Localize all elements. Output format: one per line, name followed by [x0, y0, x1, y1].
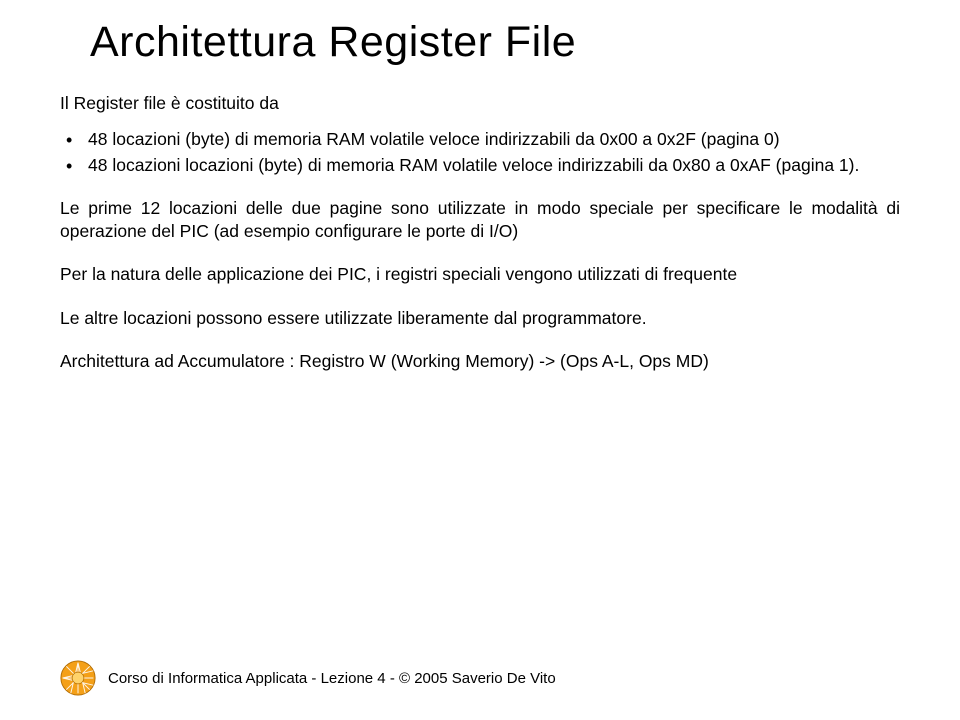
paragraph-1: Le prime 12 locazioni delle due pagine s…	[60, 197, 900, 243]
footer: Corso di Informatica Applicata - Lezione…	[60, 660, 556, 696]
sun-logo-icon	[60, 660, 96, 696]
intro-text: Il Register file è costituito da	[60, 93, 900, 114]
paragraph-4: Architettura ad Accumulatore : Registro …	[60, 350, 900, 373]
bullet-list: 48 locazioni (byte) di memoria RAM volat…	[60, 128, 900, 177]
footer-text: Corso di Informatica Applicata - Lezione…	[108, 670, 556, 687]
slide: Architettura Register File Il Register f…	[0, 0, 960, 720]
paragraph-2: Per la natura delle applicazione dei PIC…	[60, 263, 900, 286]
bullet-item: 48 locazioni (byte) di memoria RAM volat…	[60, 128, 900, 152]
slide-title: Architettura Register File	[90, 18, 900, 67]
bullet-item: 48 locazioni locazioni (byte) di memoria…	[60, 154, 900, 178]
paragraph-3: Le altre locazioni possono essere utiliz…	[60, 307, 900, 330]
